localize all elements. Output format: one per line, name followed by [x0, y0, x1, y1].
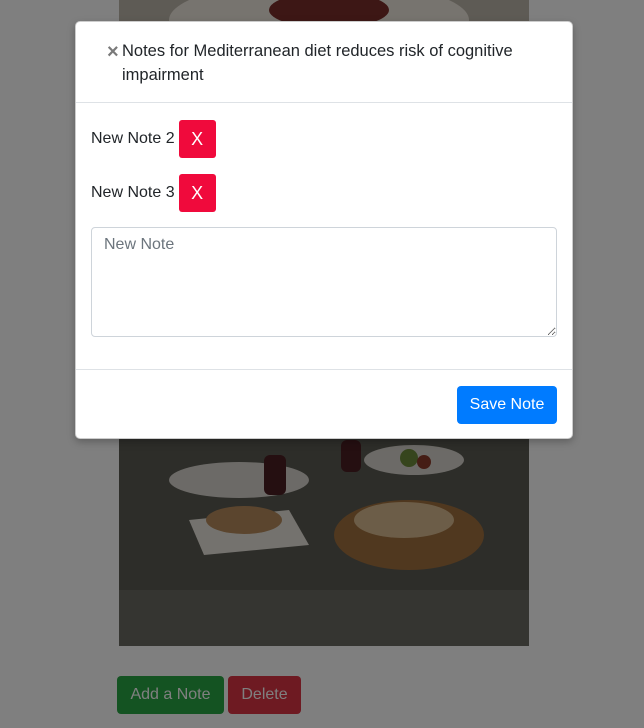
delete-note-button[interactable]: X: [178, 174, 216, 212]
delete-note-button[interactable]: X: [178, 120, 216, 158]
note-text: New Note 2: [91, 130, 175, 147]
note-item: New Note 2 X: [91, 120, 216, 158]
close-icon[interactable]: ×: [107, 42, 119, 62]
note-text: New Note 3: [91, 184, 175, 201]
modal-title: Notes for Mediterranean diet reduces ris…: [122, 42, 513, 84]
new-note-input[interactable]: [91, 227, 557, 337]
modal-header: × Notes for Mediterranean diet reduces r…: [76, 22, 572, 103]
note-item: New Note 3 X: [91, 174, 216, 212]
notes-modal: × Notes for Mediterranean diet reduces r…: [75, 21, 573, 439]
modal-footer: Save Note: [76, 369, 572, 439]
save-note-button[interactable]: Save Note: [457, 386, 557, 424]
